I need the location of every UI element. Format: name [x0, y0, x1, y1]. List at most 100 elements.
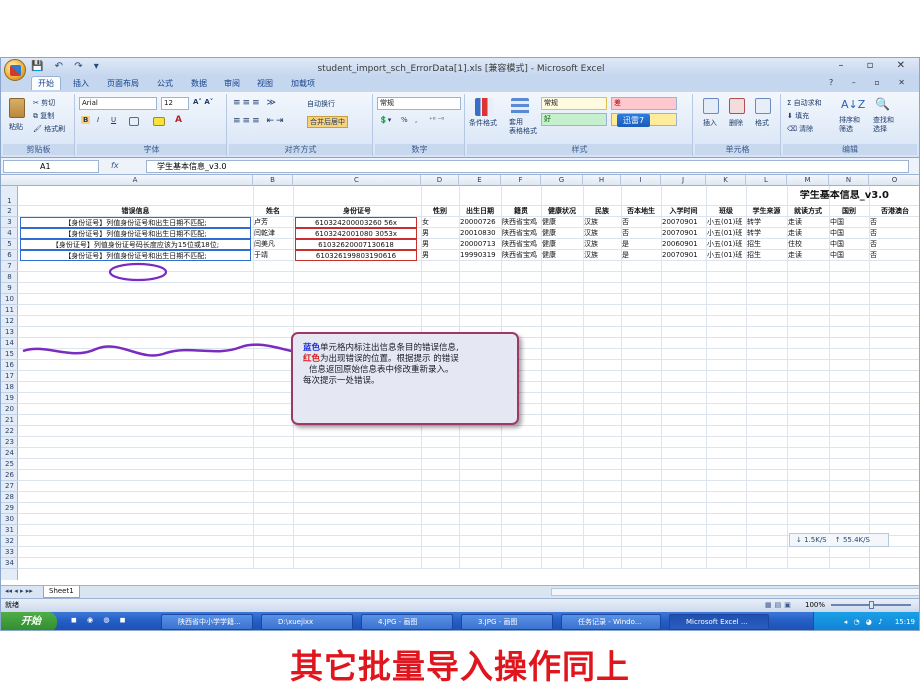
- quick-launch-icons[interactable]: ◼ ◉ ◍ ◼: [71, 616, 130, 624]
- tab-data[interactable]: 数据: [191, 78, 207, 89]
- speed-widget[interactable]: ↓ 1.5K/S ↑ 55.4K/S: [789, 533, 889, 547]
- window-controls[interactable]: – ▫ ✕: [838, 60, 915, 71]
- format-table-icon[interactable]: [511, 98, 529, 116]
- window-title: student_import_sch_ErrorData[1].xls [兼容模…: [317, 64, 605, 74]
- callout-line4: 每次提示一处错误。: [303, 376, 380, 386]
- callout-red-word: 红色: [303, 354, 321, 364]
- tab-view[interactable]: 视图: [257, 78, 273, 89]
- editing-group: Σ 自动求和 ⬇ 填充 ⌫ 清除 A↓Z 排序和 筛选 🔍 查找和 选择 编辑: [783, 94, 917, 156]
- style-bad[interactable]: 差: [611, 97, 677, 110]
- comma-button[interactable]: ,: [415, 116, 417, 124]
- font-grow-shrink-icon[interactable]: A˄ A˅: [193, 98, 213, 106]
- ribbon-tabs: 开始 插入 页面布局 公式 数据 审阅 视图 加载项 ? – ▫ ✕: [1, 76, 919, 92]
- callout-line1: 单元格内标注出信息条目的错误信息,: [320, 343, 459, 353]
- cut-label: 剪切: [41, 99, 56, 107]
- font-group-label: 字体: [77, 144, 226, 155]
- number-format-select[interactable]: 常规: [377, 97, 461, 110]
- slide-caption: 其它批量导入操作同上: [290, 647, 630, 686]
- find-select-button[interactable]: 查找和 选择: [873, 116, 894, 134]
- format-cells-icon[interactable]: [755, 98, 771, 114]
- fill-color-icon[interactable]: [153, 117, 165, 126]
- horizontal-align-icons[interactable]: ≡≡≡ ⇤⇥: [233, 116, 286, 126]
- format-painter-button[interactable]: 🖌 格式刷: [33, 124, 65, 134]
- copy-button[interactable]: ⧉ 复制: [33, 111, 54, 121]
- autosum-button[interactable]: Σ 自动求和: [787, 98, 822, 108]
- callout-line2: 为出现错误的位置。根据提示 的错误: [320, 354, 459, 364]
- horizontal-scrollbar[interactable]: [551, 588, 919, 596]
- number-group: 常规 💲▾ % , ⁺⁰ ⁻⁰ 数字: [375, 94, 465, 156]
- delete-cells-icon[interactable]: [729, 98, 745, 114]
- styles-group-label: 样式: [467, 144, 692, 155]
- copy-label: 复制: [40, 112, 55, 120]
- paste-button[interactable]: 粘贴: [9, 122, 23, 132]
- formula-input[interactable]: 学生基本信息_v3.0: [146, 160, 909, 173]
- clipboard-group: 粘贴 ✂ 剪切 ⧉ 复制 🖌 格式刷 剪贴板: [3, 94, 75, 156]
- taskbar-item-4[interactable]: 任务记录 - Windo...: [561, 614, 661, 630]
- header-highlight-ellipse: [108, 262, 168, 282]
- font-group: Arial 12 A˄ A˅ B I U A 字体: [77, 94, 227, 156]
- format-button[interactable]: 格式: [755, 118, 769, 128]
- taskbar-item-3[interactable]: 3.JPG - 画图: [461, 614, 553, 630]
- formula-bar: A1 fx 学生基本信息_v3.0: [1, 158, 919, 175]
- taskbar-item-0[interactable]: 陕西省中小学学籍...: [161, 614, 253, 630]
- merge-center-button[interactable]: 合并后居中: [307, 116, 348, 128]
- bold-button[interactable]: B: [81, 116, 91, 124]
- title-bar: 💾 ↶ ↷ ▾ student_import_sch_ErrorData[1].…: [1, 58, 919, 81]
- decimal-icons[interactable]: ⁺⁰ ⁻⁰: [429, 116, 444, 124]
- clipboard-group-label: 剪贴板: [3, 144, 74, 155]
- tab-page-layout[interactable]: 页面布局: [107, 78, 139, 89]
- conditional-format-icon[interactable]: [475, 98, 493, 116]
- format-table-button[interactable]: 套用 表格格式: [509, 118, 537, 136]
- sheet-tab-sheet1[interactable]: Sheet1: [43, 586, 80, 598]
- start-button[interactable]: 开始: [1, 612, 57, 630]
- sort-filter-button[interactable]: 排序和 筛选: [839, 116, 860, 134]
- tray-clock: 15:19: [894, 618, 915, 626]
- fill-label: 填充: [795, 112, 810, 120]
- tab-addins[interactable]: 加载项: [291, 78, 315, 89]
- font-color-icon[interactable]: A: [175, 115, 182, 125]
- paste-icon[interactable]: [9, 98, 25, 118]
- fill-button[interactable]: ⬇ 填充: [787, 111, 809, 121]
- italic-button[interactable]: I: [97, 116, 99, 124]
- tray-icons[interactable]: ◂ ◔ ◕ ♪: [844, 618, 885, 626]
- insert-button[interactable]: 插入: [703, 118, 717, 128]
- zoom-slider-thumb[interactable]: [869, 601, 874, 609]
- upload-speed: ↑ 55.4K/S: [834, 536, 870, 544]
- sort-filter-icon[interactable]: A↓Z: [841, 98, 865, 111]
- ribbon-help-controls[interactable]: ? – ▫ ✕: [829, 78, 913, 87]
- wrap-text-button[interactable]: 自动换行: [307, 99, 335, 109]
- taskbar-item-2[interactable]: 4.JPG - 画图: [361, 614, 453, 630]
- tab-insert[interactable]: 插入: [73, 78, 89, 89]
- cut-button[interactable]: ✂ 剪切: [33, 98, 55, 108]
- name-box[interactable]: A1: [3, 160, 99, 173]
- office-button[interactable]: [4, 59, 26, 81]
- currency-icon[interactable]: 💲▾: [379, 116, 391, 124]
- delete-button[interactable]: 删除: [729, 118, 743, 128]
- tab-formulas[interactable]: 公式: [157, 78, 173, 89]
- font-name-select[interactable]: Arial: [79, 97, 157, 110]
- sheet-tab-bar: ◂◂ ◂ ▸ ▸▸ Sheet1: [1, 585, 919, 598]
- taskbar-item-5[interactable]: Microsoft Excel ...: [669, 614, 769, 630]
- font-size-select[interactable]: 12: [161, 97, 189, 110]
- conditional-format-button[interactable]: 条件格式: [469, 118, 497, 128]
- tab-home[interactable]: 开始: [31, 76, 61, 90]
- view-mode-icons[interactable]: ▦▤▣: [765, 599, 794, 611]
- fx-icon[interactable]: fx: [111, 161, 119, 170]
- vertical-align-icons[interactable]: ≡≡≡ ≫: [233, 98, 278, 108]
- status-ready: 就绪: [5, 601, 19, 609]
- clear-label: 清除: [799, 125, 814, 133]
- border-icon[interactable]: [129, 117, 139, 126]
- styles-group: 条件格式 套用 表格格式 常规 差 好 迅雷7 样式: [467, 94, 693, 156]
- style-normal[interactable]: 常规: [541, 97, 607, 110]
- find-icon[interactable]: 🔍: [875, 97, 890, 111]
- clear-button[interactable]: ⌫ 清除: [787, 124, 813, 134]
- insert-cells-icon[interactable]: [703, 98, 719, 114]
- tab-review[interactable]: 审阅: [224, 78, 240, 89]
- percent-button[interactable]: %: [401, 116, 408, 124]
- sheet-nav-icons[interactable]: ◂◂ ◂ ▸ ▸▸: [5, 587, 33, 595]
- style-good[interactable]: 好: [541, 113, 607, 126]
- underline-button[interactable]: U: [111, 116, 116, 124]
- download-speed: ↓ 1.5K/S: [796, 536, 827, 544]
- thunder-badge[interactable]: 迅雷7: [617, 114, 651, 127]
- taskbar-item-1[interactable]: D:\xuejixx: [261, 614, 353, 630]
